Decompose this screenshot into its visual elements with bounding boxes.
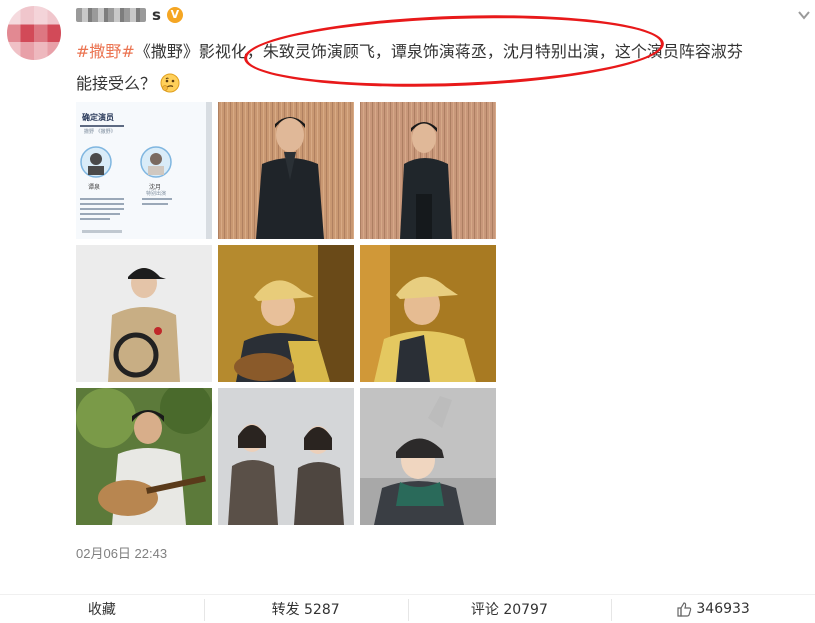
post-text: #撒野#《撒野》影视化，朱致灵饰演顾飞，谭泉饰演蒋丞，沈月特别出演，这个演员阵容… <box>76 36 806 100</box>
hashtag-link[interactable]: #撒野# <box>76 42 135 61</box>
cast-card-header: 确定演员 <box>82 113 114 122</box>
post-text-tail: 能接受么？ <box>76 74 157 93</box>
repost-label: 转发 5287 <box>271 602 340 618</box>
post-text-main: 《撒野》影视化，朱致灵饰演顾飞，谭泉饰演蒋丞，沈月特别出演，这个演员阵容淑芬 <box>134 42 743 61</box>
photo-man-guitar-cap-2[interactable] <box>360 245 496 382</box>
repost-button[interactable]: 转发 5287 <box>203 595 408 623</box>
photo-boy-guitar-outdoor[interactable] <box>76 388 212 525</box>
photo-man-cap-jacket[interactable] <box>76 245 212 382</box>
comment-label: 评论 20797 <box>470 602 548 618</box>
timestamp[interactable]: 02月06日 22:43 <box>76 543 167 562</box>
photo-girl-beret-scarf[interactable] <box>360 388 496 525</box>
favorite-label: 收藏 <box>87 602 116 618</box>
action-bar: 收藏 转发 5287 评论 20797 346933 <box>0 594 815 623</box>
username-redacted <box>76 8 146 22</box>
cast-card-name-2-sub: 特别出演 <box>146 191 167 197</box>
verified-badge-icon: V <box>166 7 183 23</box>
cast-card-name-1: 谭泉 <box>88 184 101 191</box>
photo-two-girls[interactable] <box>218 388 354 525</box>
photo-man-guitar-cap-1[interactable] <box>218 245 354 382</box>
avatar[interactable] <box>7 6 61 60</box>
photo-man-suit-2[interactable] <box>360 102 496 239</box>
like-count: 346933 <box>696 601 750 617</box>
username[interactable]: s V <box>76 6 183 24</box>
photo-cast-card[interactable]: 确定演员 撒野 《撒野》 谭泉 沈月 特别出演 <box>76 102 212 239</box>
username-suffix: s <box>152 6 161 24</box>
cast-card-subheader: 撒野 《撒野》 <box>84 129 116 135</box>
thumbs-up-icon <box>677 602 692 617</box>
comment-button[interactable]: 评论 20797 <box>407 595 612 623</box>
chevron-down-icon[interactable] <box>797 8 811 22</box>
favorite-button[interactable]: 收藏 <box>0 595 204 623</box>
photo-man-suit-1[interactable] <box>218 102 354 239</box>
thinking-face-emoji-icon <box>160 73 180 93</box>
like-button[interactable]: 346933 <box>611 595 815 623</box>
